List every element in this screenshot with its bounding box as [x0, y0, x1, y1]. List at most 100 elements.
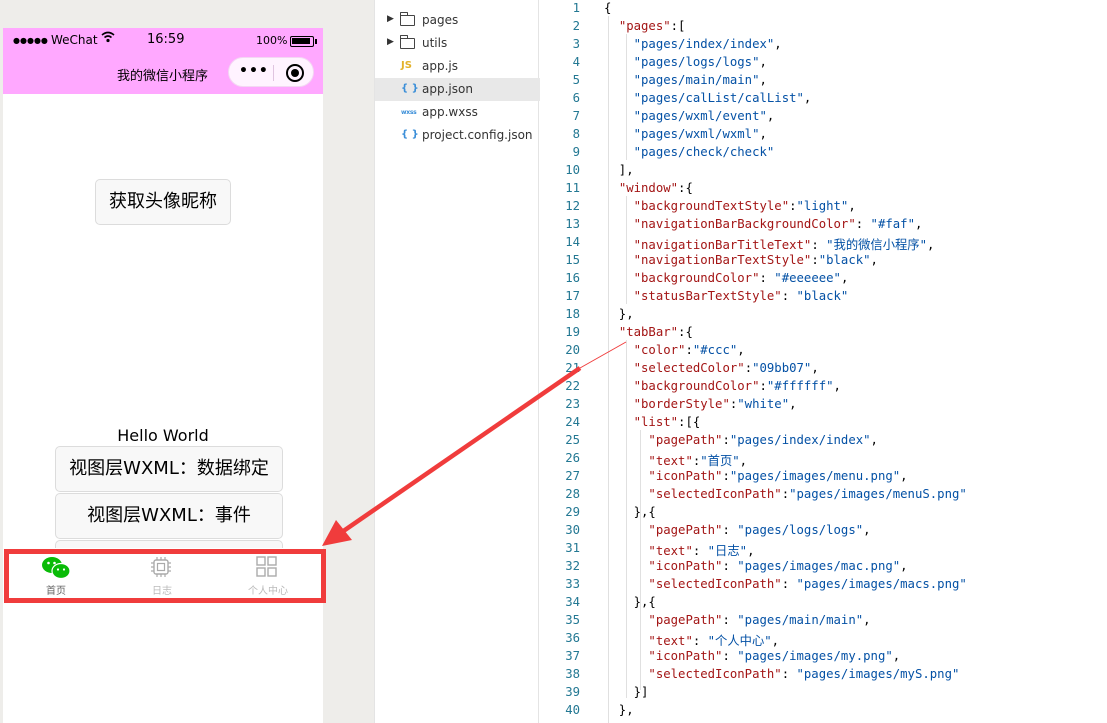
code-line[interactable]: "borderStyle":"white",	[604, 397, 797, 411]
code-line[interactable]: "pages/index/index",	[604, 37, 782, 51]
code-line[interactable]: },	[604, 307, 634, 321]
code-line[interactable]: }]	[604, 685, 649, 699]
line-number: 6	[572, 91, 580, 105]
line-number: 17	[565, 289, 580, 303]
line-number: 26	[565, 451, 580, 465]
tree-item-name: utils	[422, 36, 448, 50]
tree-item-name: app.js	[422, 59, 458, 73]
line-number: 39	[565, 685, 580, 699]
code-line[interactable]: "pages/wxml/event",	[604, 109, 775, 123]
line-number: 36	[565, 631, 580, 645]
code-line[interactable]: "pagePath": "pages/main/main",	[604, 613, 870, 627]
expand-arrow-icon[interactable]: ▶	[387, 14, 394, 24]
status-bar: ●●●●● WeChat 16:59 100%	[3, 28, 323, 54]
line-number: 16	[565, 271, 580, 285]
code-line[interactable]: },	[604, 703, 634, 717]
tree-item-name: app.json	[422, 82, 473, 96]
code-line[interactable]: "tabBar":{	[604, 325, 693, 339]
line-number: 27	[565, 469, 580, 483]
tree-file-app-wxss[interactable]: wxss app.wxss	[375, 101, 540, 124]
simulator-panel: ●●●●● WeChat 16:59 100% 我的微信小程序 ••• 获取头像…	[0, 0, 374, 723]
code-line[interactable]: },{	[604, 505, 656, 519]
line-number: 13	[565, 217, 580, 231]
code-line[interactable]: "text": "个人中心",	[604, 631, 779, 649]
code-line[interactable]: "pages/wxml/wxml",	[604, 127, 767, 141]
code-line[interactable]: {	[604, 1, 611, 15]
tree-item-name: pages	[422, 13, 459, 27]
signal-indicator: ●●●●●	[13, 36, 48, 45]
code-line[interactable]: "backgroundTextStyle":"light",	[604, 199, 856, 213]
line-number: 19	[565, 325, 580, 339]
code-line[interactable]: "statusBarTextStyle": "black"	[604, 289, 849, 303]
code-line[interactable]: "list":[{	[604, 415, 701, 429]
line-number: 30	[565, 523, 580, 537]
tree-file-app-js[interactable]: JS app.js	[375, 55, 540, 78]
line-number: 37	[565, 649, 580, 663]
line-number: 12	[565, 199, 580, 213]
code-line[interactable]: "selectedIconPath":"pages/images/menuS.p…	[604, 487, 966, 501]
code-editor[interactable]: 1 2 3 4 5 6 7 8 9 10 11 12 13 14 15 16 17 18 19 20 21 22 23 24 2…	[540, 0, 1107, 723]
folder-icon	[400, 12, 415, 26]
code-line[interactable]: "backgroundColor":"#ffffff",	[604, 379, 841, 393]
line-number: 5	[572, 73, 580, 87]
line-number: 10	[565, 163, 580, 177]
code-line[interactable]: "pages/check/check"	[604, 145, 775, 159]
code-line[interactable]: "selectedColor":"09bb07",	[604, 361, 819, 375]
line-number: 23	[565, 397, 580, 411]
navigation-bar: 我的微信小程序 •••	[3, 54, 323, 94]
code-content[interactable]: { "pages":[ "pages/index/index", "pages/…	[604, 0, 1104, 723]
wxml-event-button[interactable]: 视图层WXML：事件	[55, 493, 283, 539]
json-file-icon: { }	[401, 129, 419, 140]
code-line[interactable]: "navigationBarTitleText": "我的微信小程序",	[604, 235, 935, 253]
code-line[interactable]: "navigationBarBackgroundColor": "#faf",	[604, 217, 923, 231]
line-number: 7	[572, 109, 580, 123]
code-line[interactable]: ],	[604, 163, 634, 177]
code-line[interactable]: "window":{	[604, 181, 693, 195]
tree-item-name: project.config.json	[422, 128, 533, 142]
capsule-divider	[273, 65, 274, 81]
get-avatar-button[interactable]: 获取头像昵称	[95, 179, 231, 225]
line-number: 24	[565, 415, 580, 429]
line-number: 25	[565, 433, 580, 447]
line-number: 21	[565, 361, 580, 375]
carrier-name: WeChat	[51, 33, 98, 47]
code-line[interactable]: "pages/logs/logs",	[604, 55, 767, 69]
code-line[interactable]: "iconPath":"pages/images/menu.png",	[604, 469, 907, 483]
line-number: 35	[565, 613, 580, 627]
code-line[interactable]: "navigationBarTextStyle":"black",	[604, 253, 878, 267]
code-line[interactable]: "backgroundColor": "#eeeeee",	[604, 271, 849, 285]
code-line[interactable]: "iconPath": "pages/images/mac.png",	[604, 559, 907, 573]
code-line[interactable]: },{	[604, 595, 656, 609]
code-line[interactable]: "selectedIconPath": "pages/images/myS.pn…	[604, 667, 959, 681]
code-line[interactable]: "pages/main/main",	[604, 73, 767, 87]
file-explorer: ▶ pages ▶ utils JS app.js { } app.json w…	[374, 0, 540, 723]
line-number: 18	[565, 307, 580, 321]
code-line[interactable]: "text": "日志",	[604, 541, 754, 559]
line-number: 14	[565, 235, 580, 249]
code-line[interactable]: "pages/calList/calList",	[604, 91, 812, 105]
close-miniprogram-icon[interactable]	[286, 64, 304, 82]
line-number: 15	[565, 253, 580, 267]
code-line[interactable]: "color":"#ccc",	[604, 343, 745, 357]
line-number: 40	[565, 703, 580, 717]
code-line[interactable]: "pages":[	[604, 19, 686, 33]
code-line[interactable]: "selectedIconPath": "pages/images/macs.p…	[604, 577, 966, 591]
wxml-data-binding-button[interactable]: 视图层WXML：数据绑定	[55, 446, 283, 492]
capsule-menu[interactable]: •••	[228, 57, 314, 87]
tree-folder-utils[interactable]: ▶ utils	[375, 32, 540, 55]
code-line[interactable]: "pagePath":"pages/index/index",	[604, 433, 878, 447]
line-number: 32	[565, 559, 580, 573]
code-line[interactable]: "iconPath": "pages/images/my.png",	[604, 649, 900, 663]
more-dots-icon[interactable]: •••	[239, 63, 269, 79]
line-number: 38	[565, 667, 580, 681]
tree-file-app-json[interactable]: { } app.json	[375, 78, 540, 101]
code-line[interactable]: "pagePath": "pages/logs/logs",	[604, 523, 870, 537]
nav-title: 我的微信小程序	[117, 69, 209, 84]
line-number: 28	[565, 487, 580, 501]
tree-file-project-config[interactable]: { } project.config.json	[375, 124, 540, 147]
folder-icon	[400, 35, 415, 49]
code-line[interactable]: "text":"首页",	[604, 451, 747, 469]
tree-folder-pages[interactable]: ▶ pages	[375, 9, 540, 32]
wxss-file-icon: wxss	[401, 109, 417, 116]
expand-arrow-icon[interactable]: ▶	[387, 37, 394, 47]
